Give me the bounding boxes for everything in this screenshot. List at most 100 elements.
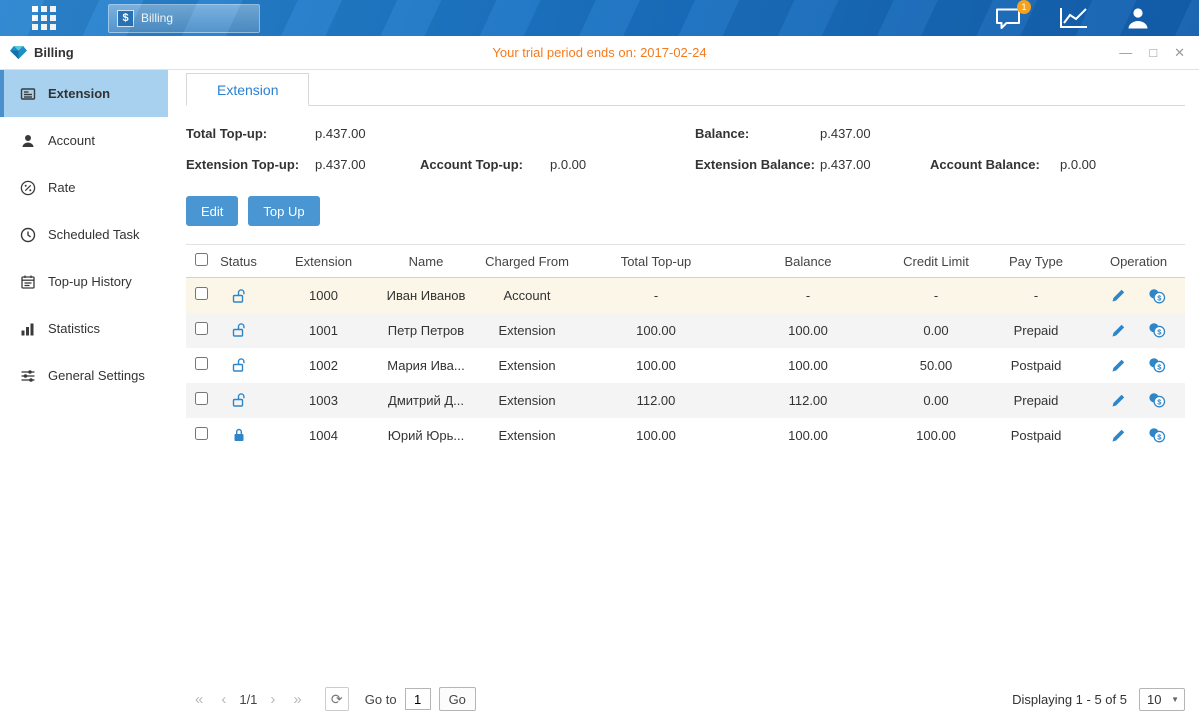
cell-extension: 1001 <box>261 313 386 348</box>
cell-name: Иван Иванов <box>386 278 466 313</box>
total-topup-label: Total Top-up: <box>186 126 315 141</box>
sidebar-item-general-settings[interactable]: General Settings <box>0 352 168 399</box>
chevron-down-icon: ▼ <box>1171 695 1179 704</box>
account-topup-label: Account Top-up: <box>420 157 550 172</box>
main-content: Extension Total Top-up: p.437.00 Balance… <box>168 70 1199 719</box>
topup-icon[interactable]: $ <box>1148 322 1166 338</box>
sidebar-item-label: Extension <box>48 86 110 101</box>
cell-total-topup: 100.00 <box>588 418 724 453</box>
chat-badge: 1 <box>1017 0 1031 14</box>
sidebar: Extension Account Rate Scheduled Task To… <box>0 70 168 719</box>
table-row: 1003 Дмитрий Д... Extension 112.00 112.0… <box>186 383 1185 418</box>
status-unlocked-icon[interactable] <box>231 322 247 338</box>
row-checkbox[interactable] <box>195 427 208 440</box>
extension-table: Status Extension Name Charged From Total… <box>186 244 1185 453</box>
sidebar-item-topup-history[interactable]: Top-up History <box>0 258 168 305</box>
goto-label: Go to <box>365 692 397 707</box>
cell-charged-from: Extension <box>466 383 588 418</box>
header-pay-type: Pay Type <box>980 245 1092 278</box>
close-icon[interactable]: ✕ <box>1174 46 1185 59</box>
cell-name: Мария Ива... <box>386 348 466 383</box>
cell-extension: 1000 <box>261 278 386 313</box>
status-unlocked-icon[interactable] <box>231 392 247 408</box>
general-settings-icon <box>19 368 37 384</box>
sidebar-item-label: Top-up History <box>48 274 132 289</box>
edit-icon[interactable] <box>1111 428 1126 443</box>
prev-page-icon[interactable]: ‹ <box>212 691 235 708</box>
header-operation: Operation <box>1092 245 1185 278</box>
goto-page-input[interactable] <box>405 688 431 710</box>
row-checkbox[interactable] <box>195 392 208 405</box>
sidebar-item-extension[interactable]: Extension <box>0 70 168 117</box>
cell-total-topup: 112.00 <box>588 383 724 418</box>
cell-total-topup: 100.00 <box>588 348 724 383</box>
status-locked-icon[interactable] <box>231 427 247 443</box>
cell-pay-type: Postpaid <box>980 348 1092 383</box>
app-grid-icon[interactable] <box>32 6 56 30</box>
topup-icon[interactable]: $ <box>1148 392 1166 408</box>
pagination-bar: « ‹ 1/1 › » ⟳ Go to Go Displaying 1 - 5 … <box>186 687 1185 711</box>
statistics-icon <box>19 321 37 337</box>
taskbar-item-billing[interactable]: $ Billing <box>108 4 260 33</box>
last-page-icon[interactable]: » <box>284 691 310 708</box>
billing-dollar-icon: $ <box>117 10 134 27</box>
row-checkbox[interactable] <box>195 357 208 370</box>
row-checkbox[interactable] <box>195 322 208 335</box>
next-page-icon[interactable]: › <box>261 691 284 708</box>
status-unlocked-icon[interactable] <box>231 288 247 304</box>
cell-extension: 1002 <box>261 348 386 383</box>
cell-extension: 1003 <box>261 383 386 418</box>
page-size-value: 10 <box>1147 692 1161 707</box>
header-name: Name <box>386 245 466 278</box>
cell-pay-type: - <box>980 278 1092 313</box>
page-indicator: 1/1 <box>239 692 257 707</box>
sidebar-item-statistics[interactable]: Statistics <box>0 305 168 352</box>
row-checkbox[interactable] <box>195 287 208 300</box>
sidebar-item-scheduled-task[interactable]: Scheduled Task <box>0 211 168 258</box>
table-row: 1001 Петр Петров Extension 100.00 100.00… <box>186 313 1185 348</box>
table-row: 1000 Иван Иванов Account - - - - $ <box>186 278 1185 313</box>
sidebar-item-account[interactable]: Account <box>0 117 168 164</box>
table-row: 1002 Мария Ива... Extension 100.00 100.0… <box>186 348 1185 383</box>
refresh-icon[interactable]: ⟳ <box>325 687 349 711</box>
top-up-button[interactable]: Top Up <box>248 196 319 226</box>
select-all-checkbox[interactable] <box>195 253 208 266</box>
cell-credit-limit: 0.00 <box>892 383 980 418</box>
sidebar-item-label: Statistics <box>48 321 100 336</box>
cell-charged-from: Extension <box>466 418 588 453</box>
cell-name: Дмитрий Д... <box>386 383 466 418</box>
extension-topup-value: p.437.00 <box>315 157 420 172</box>
window-title: Billing <box>34 45 74 60</box>
page-size-select[interactable]: 10 ▼ <box>1139 688 1185 711</box>
edit-icon[interactable] <box>1111 358 1126 373</box>
first-page-icon[interactable]: « <box>186 691 212 708</box>
topup-icon[interactable]: $ <box>1148 288 1166 304</box>
maximize-icon[interactable]: □ <box>1149 46 1157 59</box>
cell-pay-type: Prepaid <box>980 313 1092 348</box>
sidebar-item-label: General Settings <box>48 368 145 383</box>
balance-value: p.437.00 <box>820 126 871 141</box>
tab-label: Extension <box>217 82 278 98</box>
edit-icon[interactable] <box>1111 393 1126 408</box>
topup-icon[interactable]: $ <box>1148 357 1166 373</box>
chart-icon[interactable] <box>1059 6 1089 30</box>
sidebar-item-rate[interactable]: Rate <box>0 164 168 211</box>
status-unlocked-icon[interactable] <box>231 357 247 373</box>
cell-balance: 112.00 <box>724 383 892 418</box>
tab-extension[interactable]: Extension <box>186 73 309 106</box>
go-button[interactable]: Go <box>439 687 476 711</box>
topbar: $ Billing 1 <box>0 0 1199 36</box>
cell-pay-type: Postpaid <box>980 418 1092 453</box>
cell-charged-from: Account <box>466 278 588 313</box>
table-row: 1004 Юрий Юрь... Extension 100.00 100.00… <box>186 418 1185 453</box>
chat-icon[interactable]: 1 <box>994 6 1023 31</box>
header-credit-limit: Credit Limit <box>892 245 980 278</box>
header-balance: Balance <box>724 245 892 278</box>
minimize-icon[interactable]: — <box>1119 46 1132 59</box>
trial-notice: Your trial period ends on: 2017-02-24 <box>0 45 1199 60</box>
topup-icon[interactable]: $ <box>1148 427 1166 443</box>
edit-button[interactable]: Edit <box>186 196 238 226</box>
user-icon[interactable] <box>1125 5 1151 31</box>
edit-icon[interactable] <box>1111 288 1126 303</box>
edit-icon[interactable] <box>1111 323 1126 338</box>
